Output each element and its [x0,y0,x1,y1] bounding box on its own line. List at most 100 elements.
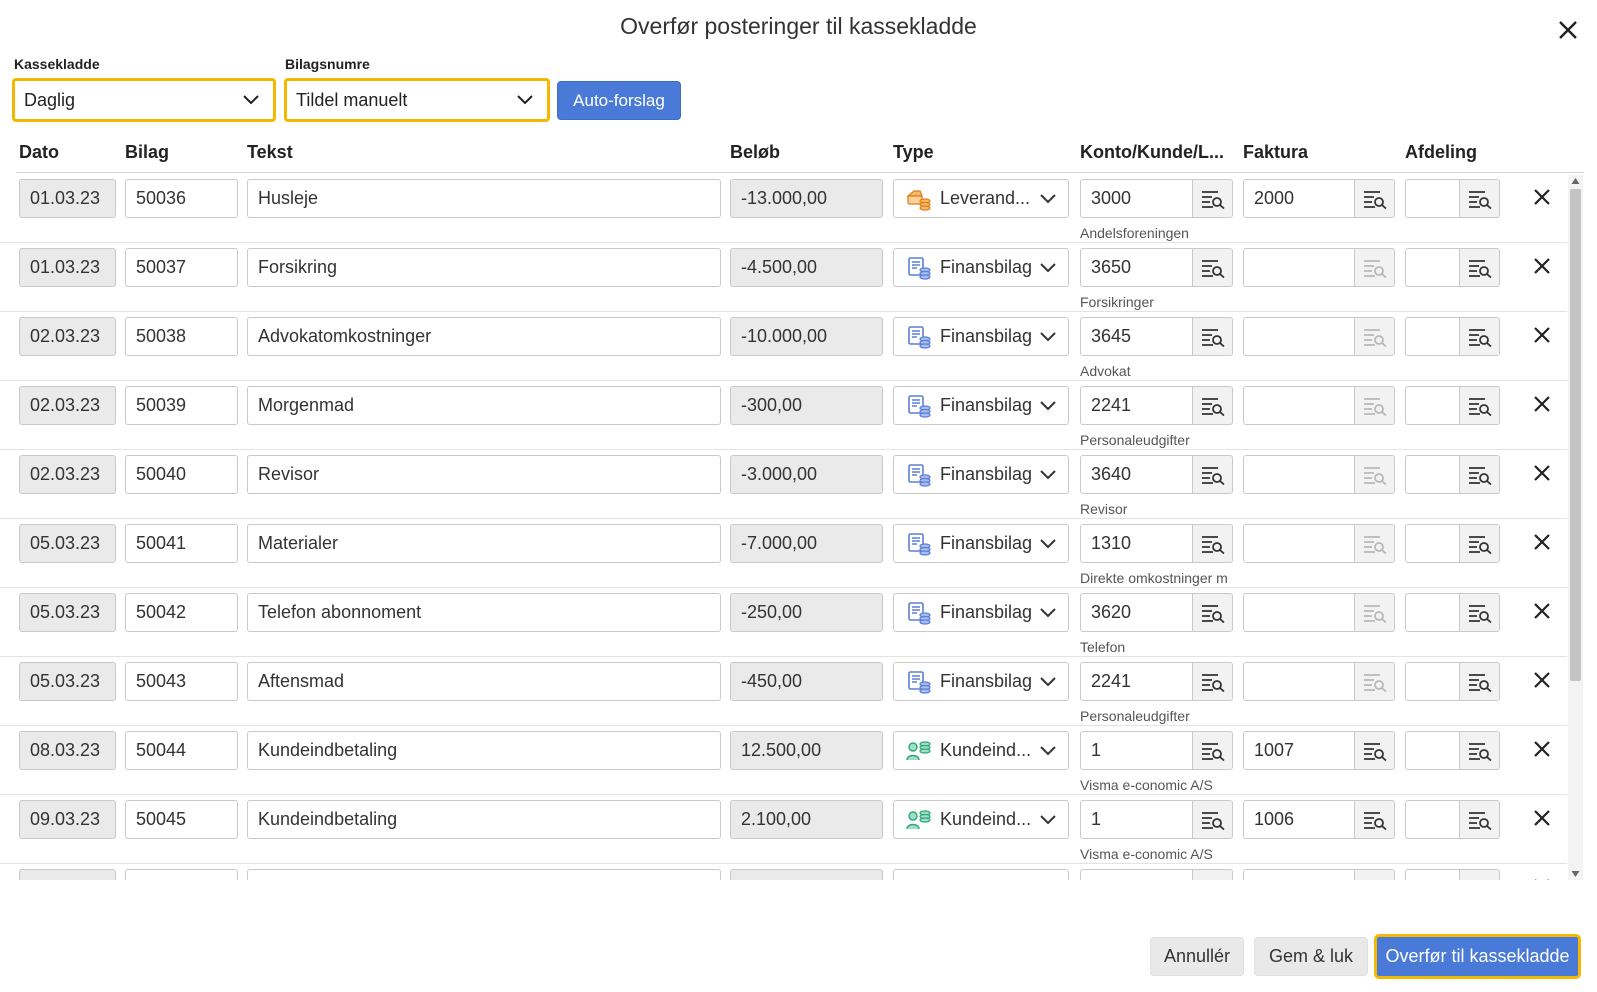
delete-row-button[interactable] [1530,461,1554,485]
table-scrollbar[interactable] [1568,175,1583,880]
auto-forslag-button[interactable]: Auto-forslag [557,81,681,120]
invoice-field[interactable] [1243,386,1395,425]
account-field[interactable]: 3640 [1080,455,1233,494]
type-select[interactable]: Finansbilag [893,248,1069,287]
delete-row-button[interactable] [1530,254,1554,278]
account-lookup-button[interactable] [1192,732,1232,769]
delete-row-button[interactable] [1530,392,1554,416]
invoice-lookup-button[interactable] [1354,525,1394,562]
invoice-lookup-button[interactable] [1354,594,1394,631]
invoice-field[interactable] [1243,248,1395,287]
type-select[interactable]: Finansbilag [893,317,1069,356]
save-close-button[interactable]: Gem & luk [1254,937,1368,976]
text-field[interactable]: Telefon abonnoment [247,593,721,632]
account-field[interactable] [1080,869,1233,880]
text-field[interactable]: Kundeindbetaling [247,731,721,770]
delete-row-button[interactable] [1530,806,1554,830]
delete-row-button[interactable] [1530,323,1554,347]
amount-field[interactable]: -250,00 [730,593,883,632]
department-field[interactable] [1405,386,1500,425]
text-field[interactable]: Husleje [247,179,721,218]
account-field[interactable]: 3000 [1080,179,1233,218]
amount-field[interactable]: -7.000,00 [730,524,883,563]
account-lookup-button[interactable] [1192,387,1232,424]
bilagsnumre-select[interactable]: Tildel manuelt [284,78,550,122]
department-lookup-button[interactable] [1459,594,1499,631]
invoice-field[interactable] [1243,662,1395,701]
amount-field[interactable]: -300,00 [730,386,883,425]
account-field[interactable]: 2241 [1080,386,1233,425]
invoice-lookup-button[interactable] [1354,663,1394,700]
department-lookup-button[interactable] [1459,387,1499,424]
department-lookup-button[interactable] [1459,663,1499,700]
text-field[interactable]: Morgenmad [247,386,721,425]
amount-field[interactable]: 2.100,00 [730,800,883,839]
type-select[interactable]: Finansbilag [893,662,1069,701]
voucher-number-field[interactable]: 50038 [125,317,238,356]
date-field[interactable]: 02.03.23 [19,386,116,425]
scroll-down-arrow-icon[interactable] [1571,870,1580,878]
department-field[interactable] [1405,317,1500,356]
department-lookup-button[interactable] [1459,870,1499,880]
amount-field[interactable]: -3.000,00 [730,455,883,494]
delete-row-button[interactable] [1530,875,1554,880]
voucher-number-field[interactable]: 50043 [125,662,238,701]
voucher-number-field[interactable]: 50039 [125,386,238,425]
type-select[interactable]: Leverand... [893,179,1069,218]
invoice-field[interactable]: 1006 [1243,800,1395,839]
amount-field[interactable]: -10.000,00 [730,317,883,356]
scroll-up-arrow-icon[interactable] [1571,177,1580,185]
invoice-lookup-button[interactable] [1354,870,1394,880]
account-lookup-button[interactable] [1192,456,1232,493]
delete-row-button[interactable] [1530,530,1554,554]
invoice-field[interactable] [1243,317,1395,356]
invoice-field[interactable] [1243,455,1395,494]
department-field[interactable] [1405,731,1500,770]
invoice-lookup-button[interactable] [1354,456,1394,493]
department-field[interactable] [1405,869,1500,880]
type-select[interactable]: Finansbilag [893,386,1069,425]
department-field[interactable] [1405,662,1500,701]
delete-row-button[interactable] [1530,185,1554,209]
date-field[interactable]: 05.03.23 [19,662,116,701]
invoice-field[interactable] [1243,593,1395,632]
voucher-number-field[interactable]: 50045 [125,800,238,839]
amount-field[interactable] [730,869,883,880]
date-field[interactable] [19,869,116,880]
account-lookup-button[interactable] [1192,180,1232,217]
department-lookup-button[interactable] [1459,249,1499,286]
voucher-number-field[interactable]: 50041 [125,524,238,563]
cancel-button[interactable]: Annullér [1150,937,1244,976]
scrollbar-thumb[interactable] [1570,189,1581,681]
text-field[interactable]: Materialer [247,524,721,563]
department-lookup-button[interactable] [1459,318,1499,355]
invoice-field[interactable] [1243,869,1395,880]
department-lookup-button[interactable] [1459,456,1499,493]
delete-row-button[interactable] [1530,599,1554,623]
date-field[interactable]: 01.03.23 [19,179,116,218]
invoice-lookup-button[interactable] [1354,249,1394,286]
close-button[interactable] [1555,17,1581,43]
department-lookup-button[interactable] [1459,732,1499,769]
account-lookup-button[interactable] [1192,801,1232,838]
type-select[interactable]: Kundeind... [893,731,1069,770]
text-field[interactable]: Revisor [247,455,721,494]
text-field[interactable] [247,869,721,880]
amount-field[interactable]: -4.500,00 [730,248,883,287]
voucher-number-field[interactable]: 50037 [125,248,238,287]
voucher-number-field[interactable]: 50040 [125,455,238,494]
account-lookup-button[interactable] [1192,663,1232,700]
account-field[interactable]: 3620 [1080,593,1233,632]
account-lookup-button[interactable] [1192,318,1232,355]
invoice-lookup-button[interactable] [1354,318,1394,355]
voucher-number-field[interactable]: 50036 [125,179,238,218]
account-field[interactable]: 2241 [1080,662,1233,701]
text-field[interactable]: Kundeindbetaling [247,800,721,839]
invoice-lookup-button[interactable] [1354,387,1394,424]
account-field[interactable]: 1 [1080,800,1233,839]
department-lookup-button[interactable] [1459,525,1499,562]
account-field[interactable]: 3645 [1080,317,1233,356]
department-field[interactable] [1405,524,1500,563]
department-field[interactable] [1405,455,1500,494]
type-select[interactable]: Finansbilag [893,455,1069,494]
